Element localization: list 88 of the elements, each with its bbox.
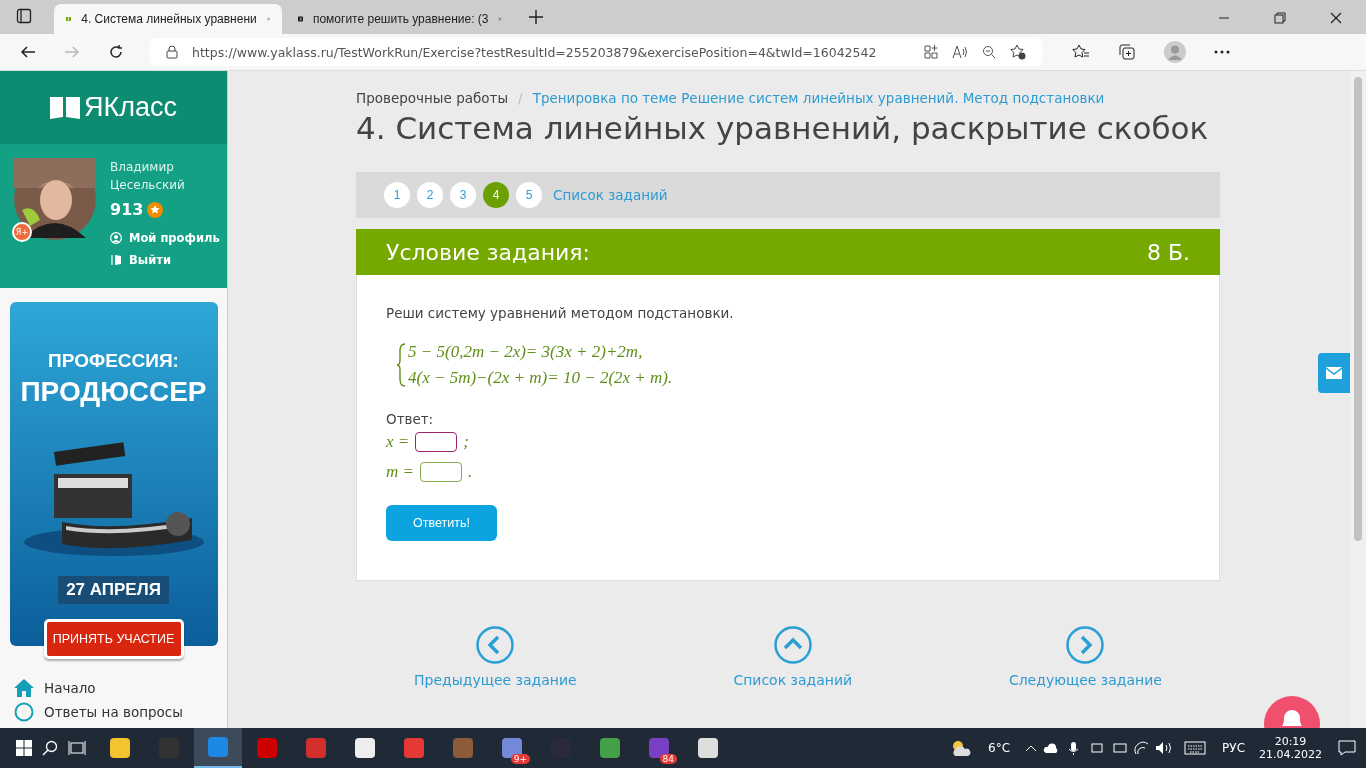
nav-link[interactable]: Предыдущее задание [414, 672, 577, 688]
app-icon [599, 737, 621, 759]
keyboard-icon[interactable] [1184, 741, 1207, 755]
breadcrumb-separator: / [518, 90, 523, 106]
app-icon [109, 737, 131, 759]
ad-date: 27 АПРЕЛЯ [58, 576, 169, 604]
favorites-icon[interactable] [1072, 44, 1090, 60]
temperature[interactable]: 6°C [988, 741, 1011, 755]
clock-time[interactable]: 20:19 [1274, 735, 1307, 748]
search-icon[interactable] [42, 740, 58, 756]
taskbar-app[interactable]: 9+ [488, 728, 536, 768]
page-button[interactable]: 1 [384, 182, 410, 208]
task-list-link[interactable]: Список заданий [553, 187, 668, 203]
app-icon [697, 737, 719, 759]
weather-icon [950, 739, 973, 757]
restore-icon[interactable] [1274, 12, 1286, 24]
more-icon[interactable] [1214, 50, 1230, 54]
task-view-icon[interactable] [68, 740, 86, 756]
back-icon[interactable] [20, 44, 36, 60]
windows-icon[interactable] [16, 740, 32, 756]
user-icon [110, 232, 122, 244]
notification-icon[interactable] [1338, 740, 1356, 756]
read-aloud-icon[interactable] [952, 45, 968, 59]
brace-icon [396, 343, 406, 387]
variable-label: m = [386, 462, 414, 482]
home-icon [14, 679, 34, 697]
app-icon [207, 736, 229, 758]
door-icon [110, 254, 122, 266]
task-prompt: Реши систему уравнений методом подстановки. [386, 305, 734, 321]
address-field[interactable]: https://www.yaklass.ru/TestWorkRun/Exercise?testResultId=255203879&exercisePosition=4&twId=16042542 [150, 38, 1042, 66]
submit-button[interactable]: Ответить! [386, 505, 497, 541]
equation: 5 − 5(0,2m − 2x)= 3(3x + 2)+2m, [408, 341, 644, 363]
equation: 4(x − 5m)−(2x + m)= 10 − 2(2x + m). [408, 367, 673, 389]
punctuation: . [468, 462, 473, 482]
add-favorite-icon[interactable] [1010, 44, 1026, 60]
nav-link[interactable]: Список заданий [733, 672, 853, 688]
ad-headline: ПРОДЮССЕР [20, 376, 207, 408]
count-badge: 9+ [510, 754, 530, 764]
question-icon [14, 702, 34, 722]
taskbar-app[interactable]: 84 [635, 728, 683, 768]
answer-field[interactable] [415, 432, 458, 452]
browser-tab[interactable]: помогите решить уравнение: (3 [286, 4, 514, 34]
ad-headline: ПРОФЕССИЯ: [48, 350, 179, 372]
profile-icon[interactable] [1164, 41, 1186, 63]
breadcrumb-link[interactable]: Тренировка по теме Решение систем линейных уравнений. Метод подстановки [532, 90, 1105, 106]
nav-link[interactable]: Начало [44, 680, 96, 696]
join-button[interactable]: ПРИНЯТЬ УЧАСТИЕ [43, 619, 184, 659]
page-button[interactable]: 3 [450, 182, 476, 208]
browser-tab[interactable]: 4. Система линейных уравнени [54, 4, 282, 34]
close-icon[interactable] [1330, 12, 1342, 24]
reload-icon[interactable] [108, 44, 124, 60]
app-icon [403, 737, 425, 759]
breadcrumb-link[interactable]: Проверочные работы [356, 90, 509, 106]
points-count: 913 [110, 200, 144, 219]
app-icon [305, 737, 327, 759]
answer-label: Ответ: [386, 411, 434, 427]
app-icon [256, 737, 278, 759]
page-title: 4. Система линейных уравнений, раскрытие скобок [356, 110, 1210, 146]
profile-link[interactable]: Мой профиль [129, 231, 220, 245]
task-score: 8 Б. [1146, 239, 1190, 265]
punctuation: ; [463, 432, 469, 452]
page-button[interactable]: 2 [417, 182, 443, 208]
nav-link[interactable]: Следующее задание [1008, 672, 1162, 688]
apps-icon[interactable] [924, 45, 938, 59]
new-tab-icon[interactable] [528, 9, 544, 25]
clock-date[interactable]: 21.04.2022 [1259, 748, 1322, 761]
logo-text[interactable]: ЯКласс [84, 92, 177, 123]
variable-label: x = [386, 432, 410, 452]
scrollbar[interactable] [1350, 71, 1366, 728]
mail-button[interactable] [1318, 353, 1350, 393]
tab-actions-icon[interactable] [16, 8, 32, 24]
mail-icon [1326, 367, 1342, 379]
answer-field[interactable] [420, 462, 462, 482]
task-heading: Условие задания: [386, 239, 590, 265]
zoom-out-icon[interactable] [982, 45, 996, 59]
page-button[interactable]: 4 [483, 182, 509, 208]
page-button[interactable]: 5 [516, 182, 542, 208]
app-icon [452, 737, 474, 759]
count-badge: 84 [659, 754, 677, 764]
profile-link[interactable]: Выйти [129, 253, 171, 267]
app-icon [354, 737, 376, 759]
language-indicator[interactable]: РУС [1222, 741, 1245, 755]
collections-icon[interactable] [1118, 43, 1136, 61]
plus-badge: Я+ [12, 222, 32, 242]
user-name: Владимир Цесельский [110, 159, 186, 194]
nav-link[interactable]: Ответы на вопросы [44, 704, 183, 720]
lock-icon [166, 45, 178, 59]
book-icon [50, 96, 80, 119]
